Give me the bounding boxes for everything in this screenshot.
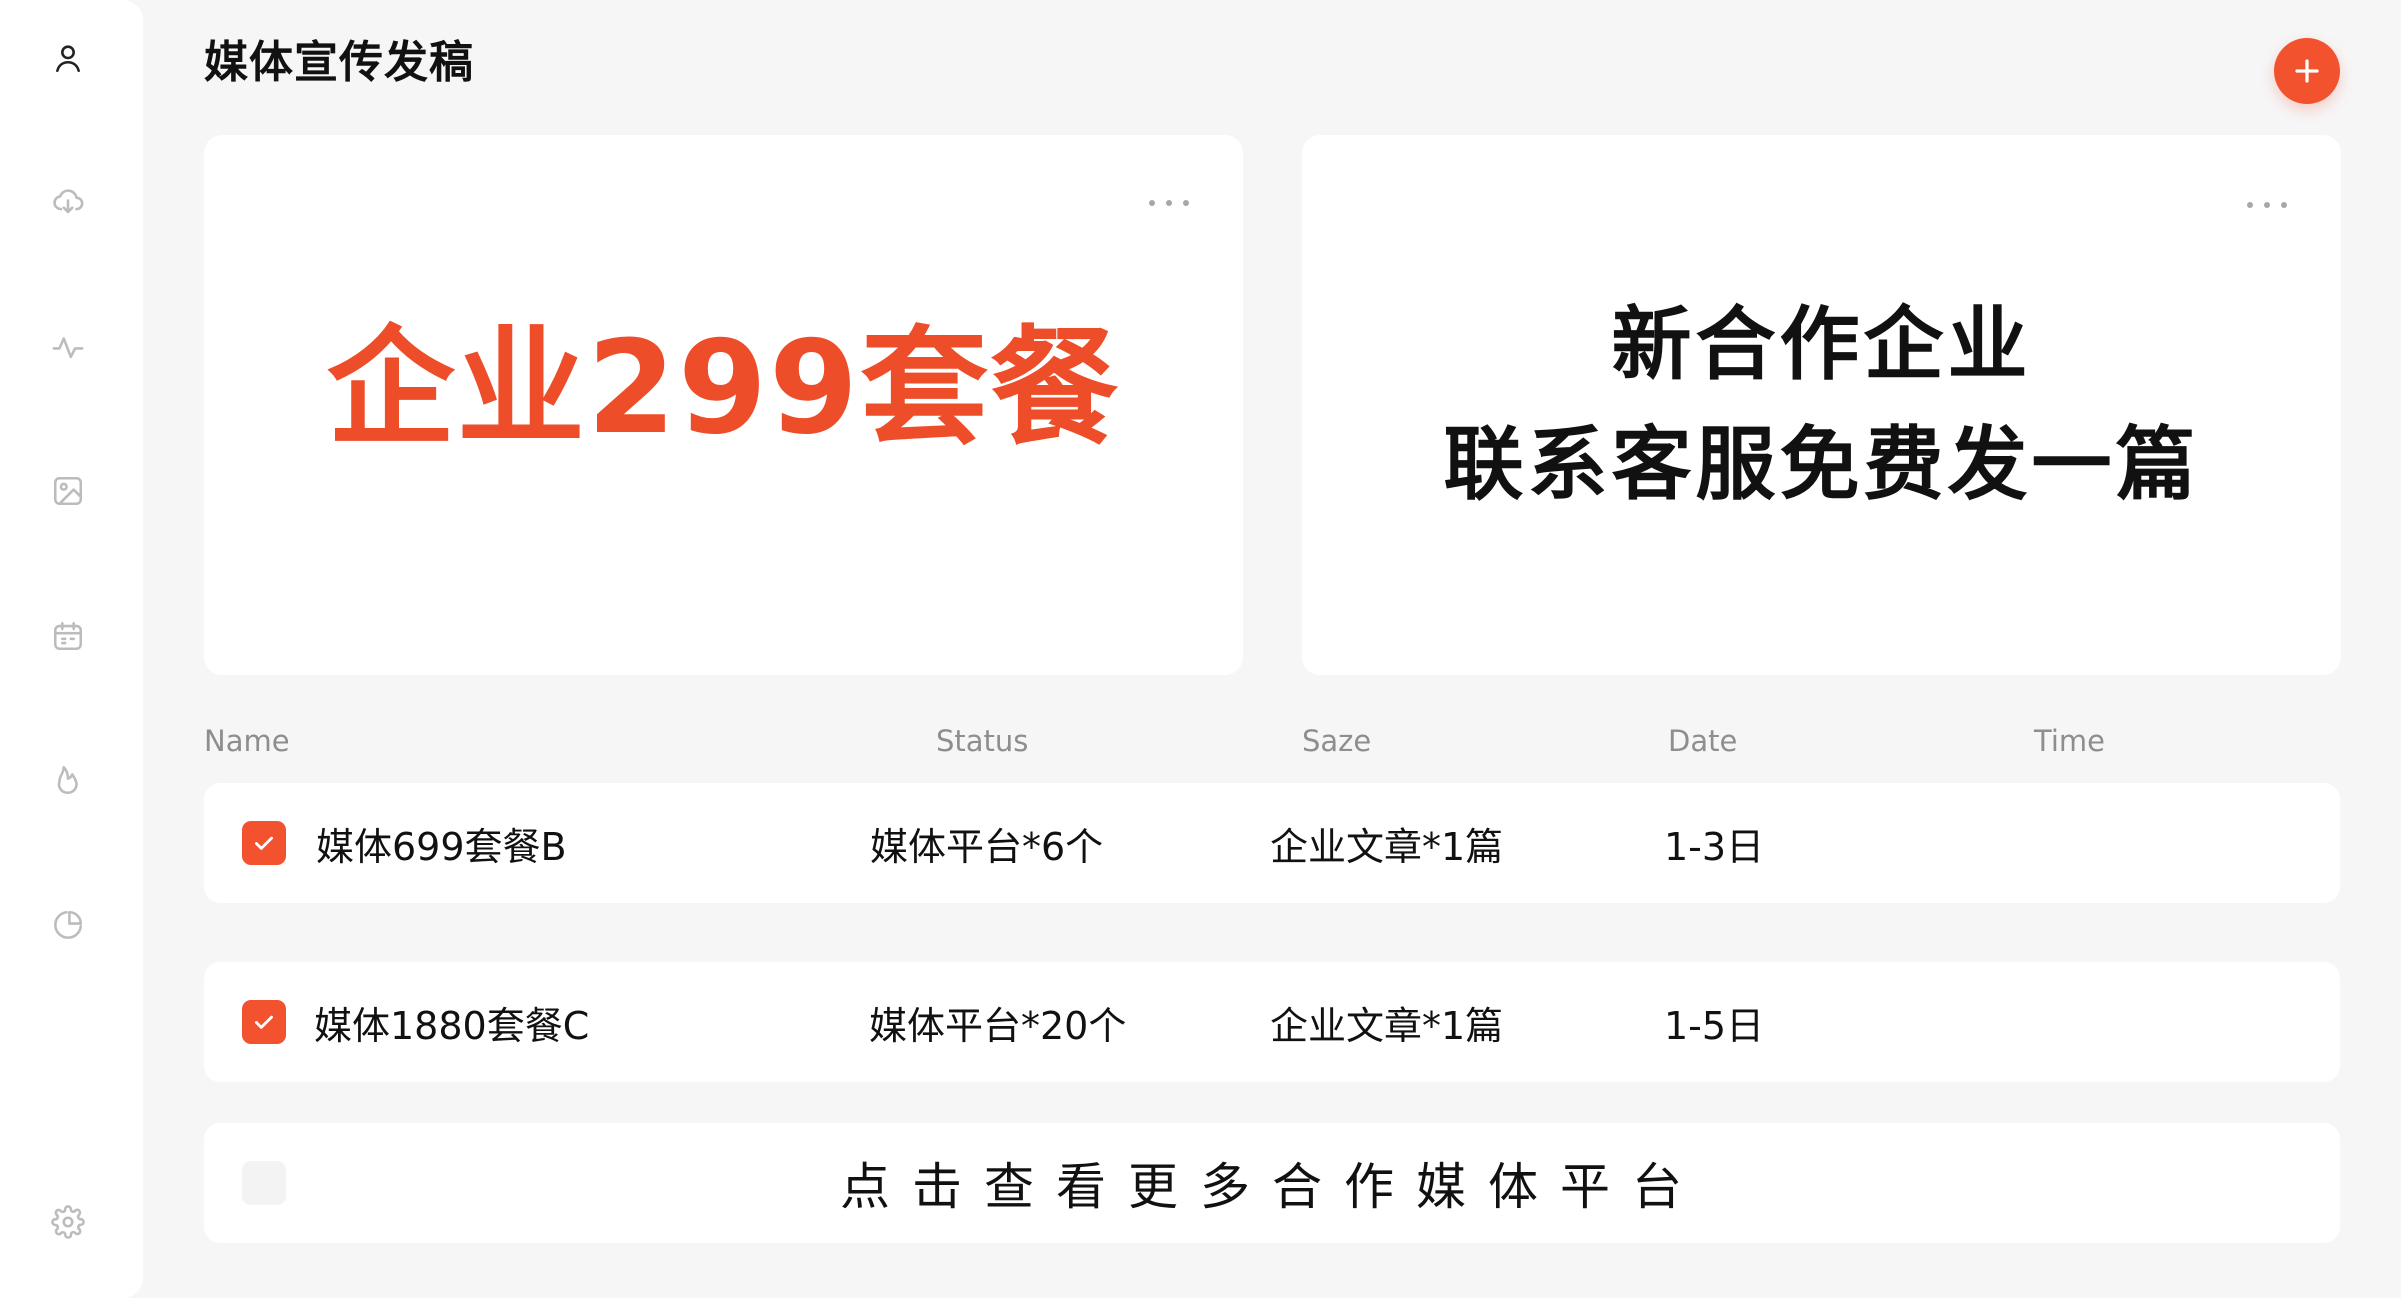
see-more-link[interactable]: 点击查看更多合作媒体平台 bbox=[204, 1123, 2340, 1243]
plus-icon bbox=[2295, 59, 2319, 83]
column-header-status[interactable]: Status bbox=[936, 724, 1028, 758]
promo-card-right[interactable]: 新合作企业 联系客服免费发一篇 bbox=[1302, 135, 2341, 675]
settings-icon[interactable] bbox=[48, 1202, 88, 1242]
sidebar bbox=[0, 0, 143, 1298]
calendar-icon[interactable] bbox=[48, 616, 88, 656]
row-status: 媒体平台*20个 bbox=[869, 1003, 1127, 1048]
pie-chart-icon[interactable] bbox=[48, 905, 88, 945]
promo-line-1: 新合作企业 bbox=[1611, 298, 2032, 391]
column-header-size[interactable]: Saze bbox=[1302, 724, 1371, 758]
row-status: 媒体平台*6个 bbox=[870, 824, 1104, 869]
row-size: 企业文章*1篇 bbox=[1270, 824, 1504, 869]
fire-icon[interactable] bbox=[48, 760, 88, 800]
more-options-icon[interactable] bbox=[2247, 195, 2287, 215]
user-icon[interactable] bbox=[48, 38, 88, 78]
column-header-time[interactable]: Time bbox=[2034, 724, 2105, 758]
row-size: 企业文章*1篇 bbox=[1270, 1003, 1504, 1048]
app-window: 媒体宣传发稿 企业299套餐 新合作企业 联系客服免费发一篇 Name Stat… bbox=[0, 0, 2401, 1298]
cloud-download-icon[interactable] bbox=[48, 182, 88, 222]
promo-line-2: 联系客服免费发一篇 bbox=[1443, 418, 2200, 511]
column-header-date[interactable]: Date bbox=[1668, 724, 1737, 758]
row-checkbox[interactable] bbox=[242, 1000, 286, 1044]
see-more-row[interactable]: 点击查看更多合作媒体平台 bbox=[204, 1123, 2340, 1243]
image-icon[interactable] bbox=[48, 471, 88, 511]
activity-icon[interactable] bbox=[48, 327, 88, 367]
table-row[interactable]: 媒体1880套餐C 媒体平台*20个 企业文章*1篇 1-5日 bbox=[204, 962, 2340, 1082]
more-options-icon[interactable] bbox=[1149, 193, 1189, 213]
row-date: 1-5日 bbox=[1664, 1003, 1765, 1048]
table-row[interactable]: 媒体699套餐B 媒体平台*6个 企业文章*1篇 1-3日 bbox=[204, 783, 2340, 903]
row-date: 1-3日 bbox=[1664, 824, 1765, 869]
promo-card-left[interactable]: 企业299套餐 bbox=[204, 135, 1243, 675]
check-icon bbox=[255, 836, 273, 850]
column-header-name[interactable]: Name bbox=[204, 724, 290, 758]
check-icon bbox=[255, 1015, 273, 1029]
row-name: 媒体1880套餐C bbox=[314, 1003, 590, 1048]
row-checkbox[interactable] bbox=[242, 821, 286, 865]
promo-headline: 企业299套餐 bbox=[326, 314, 1121, 463]
page-title: 媒体宣传发稿 bbox=[204, 37, 474, 88]
row-name: 媒体699套餐B bbox=[316, 824, 567, 869]
add-button[interactable] bbox=[2274, 38, 2340, 104]
